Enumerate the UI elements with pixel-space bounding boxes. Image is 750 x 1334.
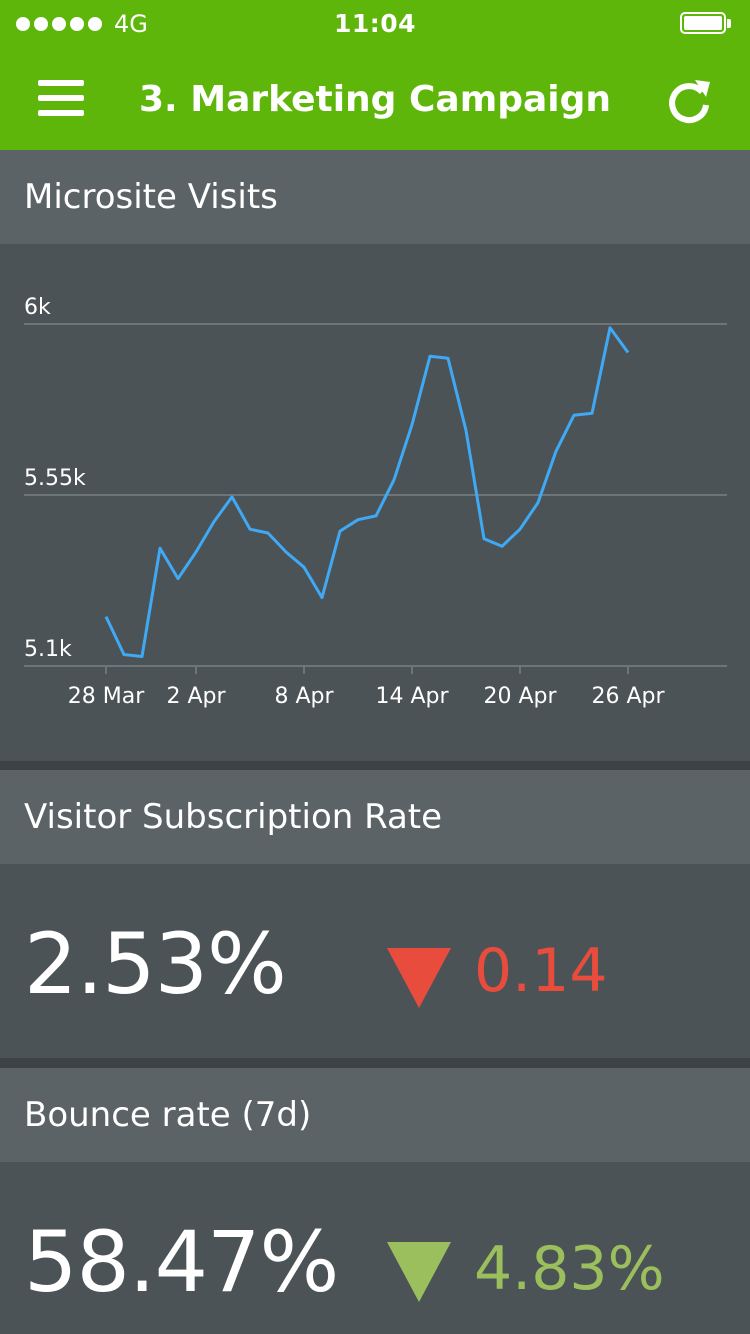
x-tick-label: 28 Mar [68,684,145,709]
page-title: 3. Marketing Campaign [138,79,612,120]
microsite-visits-title: Microsite Visits [24,177,278,217]
subscription-rate-delta: 0.14 [474,936,608,1006]
refresh-icon [669,80,710,124]
y-tick-label: 5.1k [24,637,72,662]
x-tick-label: 20 Apr [483,684,557,709]
x-tick-label: 14 Apr [375,684,449,709]
x-tick-label: 26 Apr [591,684,665,709]
microsite-visits-header: Microsite Visits [0,150,750,244]
subscription-rate-title: Visitor Subscription Rate [24,797,443,837]
hamburger-icon [38,80,84,86]
bounce-rate-card: 58.47% 4.83% [0,1162,750,1334]
down-triangle-icon [387,1242,451,1302]
refresh-button[interactable] [662,74,716,128]
down-triangle-icon [387,948,451,1008]
subscription-rate-card: 2.53% 0.14 [0,864,750,1058]
bounce-rate-title: Bounce rate (7d) [24,1095,312,1135]
bounce-rate-header: Bounce rate (7d) [0,1068,750,1162]
status-time: 11:04 [333,9,417,38]
bounce-rate-delta: 4.83% [474,1234,665,1304]
battery-icon [680,12,732,36]
microsite-visits-card: 6k 5.55k 5.1k 28 Mar 2 Apr 8 Apr 14 Apr 20 Apr 2… [0,244,750,761]
x-tick-label: 2 Apr [166,684,226,709]
y-tick-label: 6k [24,295,51,320]
microsite-visits-chart: 6k 5.55k 5.1k 28 Mar 2 Apr 8 Apr 14 Apr 20 Apr 2… [24,295,727,709]
x-tick-label: 8 Apr [274,684,334,709]
app-header: 4G 11:04 3. Marketing Campaign [0,0,750,150]
bounce-rate-value: 58.47% [24,1213,339,1311]
subscription-rate-header: Visitor Subscription Rate [0,770,750,864]
series-line [104,326,630,658]
menu-button[interactable] [30,74,90,124]
subscription-rate-value: 2.53% [24,915,287,1013]
y-tick-label: 5.55k [24,466,86,491]
